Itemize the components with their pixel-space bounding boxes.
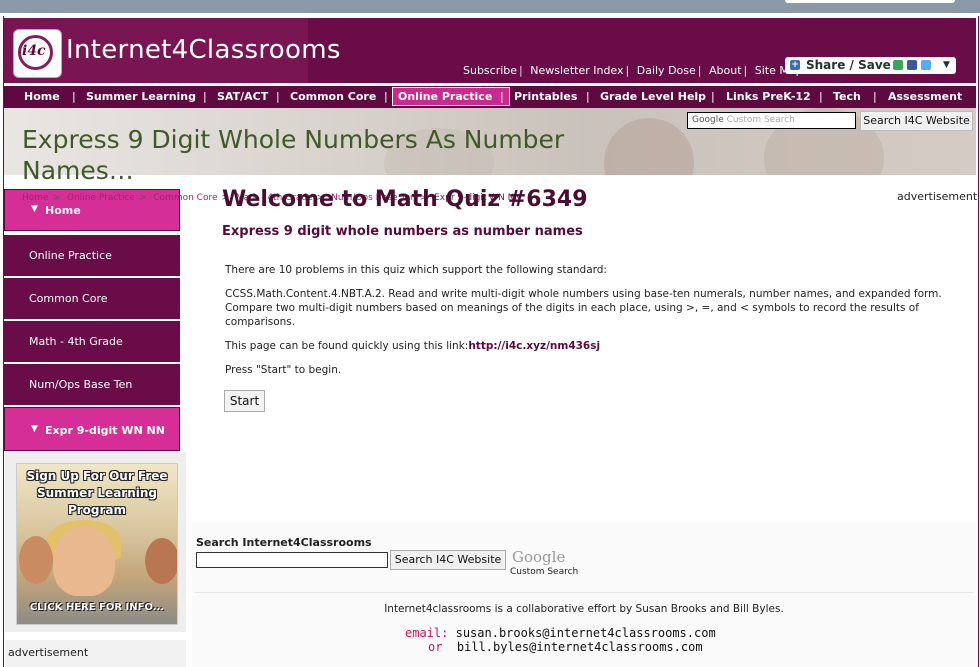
summer-learning-promo[interactable]: Sign Up For Our Free Summer Learning Pro… [16,463,178,625]
sidebar-item-online-practice[interactable]: Online Practice [4,235,180,277]
nav-assessment[interactable]: Assessment [888,86,962,108]
sidebar-item-expr-9-digit[interactable]: ▼ Expr 9-digit WN NN [4,407,180,451]
email-label: email: [405,626,449,640]
google-custom-search-text: Custom Search [510,567,579,577]
facebook-icon [907,60,917,70]
footer-search-label: Search Internet4Classrooms [196,536,372,549]
footer-search-button[interactable]: Search I4C Website [390,550,506,570]
browser-top-strip [0,0,980,13]
plus-icon: + [790,60,800,70]
promo-photo [53,526,115,596]
site-title[interactable]: Internet4Classrooms [66,35,341,65]
link-newsletter-index[interactable]: Newsletter Index [530,64,623,77]
link-subscribe[interactable]: Subscribe [463,64,517,77]
quiz-title: Welcome to Math Quiz #6349 [222,187,588,212]
sidebar-item-label: Num/Ops Base Ten [29,378,133,391]
top-strip-pill [785,0,955,3]
breadcrumb-common-core[interactable]: Common Core [153,193,217,203]
quiz-intro: There are 10 problems in this quiz which… [225,264,607,276]
footer-divider [195,592,973,593]
search-placeholder: Custom Search [726,115,795,125]
twitter-icon [921,60,931,70]
sidebar-item-common-core[interactable]: Common Core [4,278,180,320]
share-label: Share / Save [806,58,891,72]
link-daily-dose[interactable]: Daily Dose [637,64,696,77]
top-links: Subscribe | Newsletter Index | Daily Dose |… [463,64,803,77]
nav-online-practice[interactable]: Online Practice [398,86,492,108]
logo-text: i4c [22,43,46,59]
nav-home[interactable]: Home [24,86,60,108]
nav-summer-learning[interactable]: Summer Learning [86,86,196,108]
promo-photo [145,538,177,584]
nav-tech[interactable]: Tech [833,86,861,108]
quiz-subtitle: Express 9 digit whole numbers as number … [222,224,583,239]
link-about[interactable]: About [709,64,742,77]
nav-sat-act[interactable]: SAT/ACT [217,86,268,108]
chevron-down-icon: ▼ [31,204,38,214]
email-bill[interactable]: bill.byles@internet4classrooms.com [457,640,703,654]
footer-search-input[interactable] [196,552,388,568]
promo-photo [19,536,53,584]
google-logo: Google [512,548,566,566]
site-logo[interactable]: i4c [13,29,62,78]
start-button[interactable]: Start [224,390,265,412]
sidebar-item-label: Math - 4th Grade [29,335,123,348]
chevron-down-icon: ▼ [943,60,950,70]
collaboration-text: Internet4classrooms is a collaborative e… [384,603,784,615]
breadcrumb-online-practice[interactable]: Online Practice [67,193,135,203]
email-line-2: or bill.byles@internet4classrooms.com [428,640,703,654]
chevron-down-icon: ▼ [31,424,38,434]
share-save-button[interactable]: + Share / Save ▼ [785,57,956,74]
sidebar-item-math-4th-grade[interactable]: Math - 4th Grade [4,321,180,363]
breadcrumb-home[interactable]: Home [22,193,49,203]
sidebar-item-label: Expr 9-digit WN NN [45,424,165,437]
email-line-1: email: susan.brooks@internet4classrooms.… [405,626,716,640]
header-search-button[interactable]: Search I4C Website [860,111,973,131]
right-advertisement-label: advertisement [897,190,978,203]
promo-cta: CLICK HERE FOR INFO... [29,602,165,613]
nav-links-prek-12[interactable]: Links PreK-12 [726,86,811,108]
promo-headline: Sign Up For Our Free Summer Learning Pro… [26,469,168,517]
header-search-input[interactable]: Google Custom Search [687,112,856,129]
quick-link-prefix: This page can be found quickly using thi… [225,340,469,352]
email-susan[interactable]: susan.brooks@internet4classrooms.com [456,626,716,640]
sidebar-advertisement-label: advertisement [5,640,186,667]
or-label: or [428,640,443,654]
nav-common-core[interactable]: Common Core [290,86,376,108]
sidebar-item-num-ops-base-ten[interactable]: Num/Ops Base Ten [4,364,180,406]
press-start-text: Press "Start" to begin. [225,364,342,376]
quick-link-line: This page can be found quickly using thi… [225,339,970,353]
nav-printables[interactable]: Printables [514,86,577,108]
standard-text: CCSS.Math.Content.4.NBT.A.2. Read and wr… [225,288,942,328]
sidebar-item-label: Home [45,204,81,217]
main-nav: Home | Summer Learning | SAT/ACT | Commo… [4,85,976,109]
google-brand-text: Google [692,115,724,125]
nav-grade-level-help[interactable]: Grade Level Help [600,86,706,108]
sidebar-item-label: Online Practice [29,249,112,262]
sidebar-item-label: Common Core [29,292,108,305]
quick-link[interactable]: http://i4c.xyz/nm436sj [468,340,600,352]
share-email-icon [893,60,903,70]
page-title: Express 9 Digit Whole Numbers As Number … [22,125,565,185]
